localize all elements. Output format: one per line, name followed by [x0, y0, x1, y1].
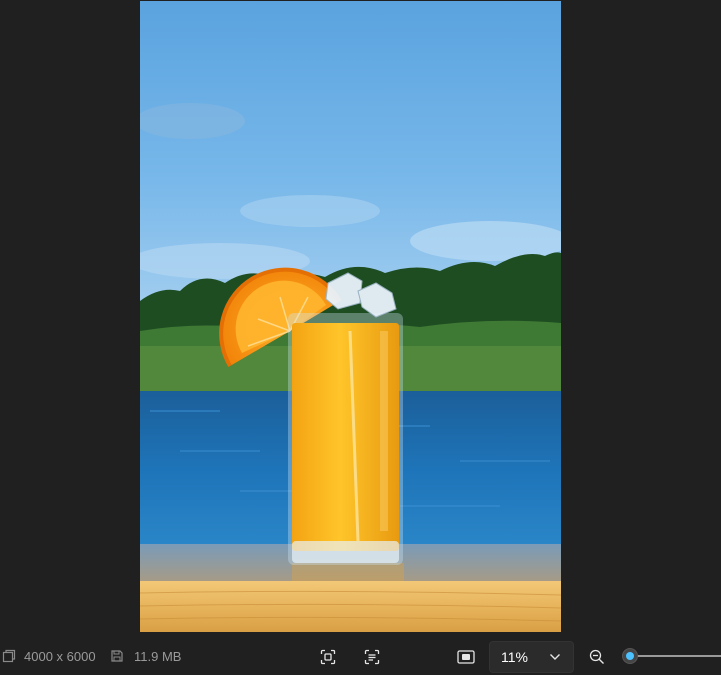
file-size-group: 11.9 MB [110, 637, 181, 675]
file-size-text: 11.9 MB [134, 648, 182, 664]
chevron-down-icon [549, 653, 561, 661]
image-canvas[interactable] [0, 0, 721, 637]
zoom-out-icon [589, 649, 605, 665]
zoom-level-dropdown[interactable]: 11% [489, 641, 574, 673]
dimensions-group: 4000 x 6000 [2, 637, 96, 675]
photo-image [140, 1, 561, 632]
zoom-slider-thumb[interactable] [622, 648, 638, 664]
image-dimensions-text: 4000 x 6000 [24, 648, 96, 664]
save-disk-icon [110, 649, 124, 663]
photo[interactable] [140, 1, 561, 632]
center-view-button[interactable] [313, 644, 343, 670]
actual-size-icon [457, 650, 475, 664]
text-scan-icon [364, 649, 380, 665]
actual-size-button[interactable] [451, 644, 481, 670]
zoom-out-button[interactable] [582, 644, 612, 670]
zoom-slider[interactable] [622, 648, 721, 664]
zoom-level-value: 11% [501, 649, 528, 665]
status-bar: 4000 x 6000 11.9 MB 11% [0, 637, 721, 675]
image-dimensions-icon [2, 649, 16, 663]
text-select-button[interactable] [357, 644, 387, 670]
focus-frame-icon [320, 649, 336, 665]
zoom-slider-track [630, 655, 721, 657]
photo-viewer-window: 4000 x 6000 11.9 MB 11% [0, 0, 721, 675]
